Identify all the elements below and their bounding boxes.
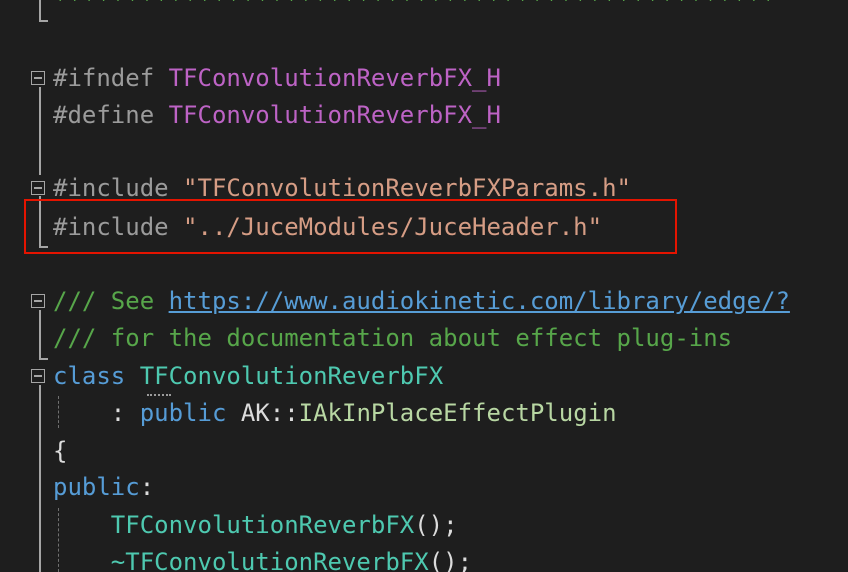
fold-toggle-comment[interactable] [31,294,45,308]
code-line-ifndef: #ifndef TFConvolutionReverbFX_H [53,60,501,96]
code-line-define: #define TFConvolutionReverbFX_H [53,97,501,133]
outline-guide-top-end [39,20,48,22]
fold-toggle-ifndef[interactable] [31,71,45,85]
keyword-public-inherit: public [139,399,227,427]
class-name: TFConvolutionReverbFX [139,362,444,390]
constructor-name: TFConvolutionReverbFX [110,511,415,539]
fold-toggle-class[interactable] [31,369,45,383]
code-editor[interactable]: ****************************************… [0,0,848,572]
macro-define: TFConvolutionReverbFX_H [168,101,501,129]
outline-guide-comment [39,310,41,360]
outline-guide-class [39,385,41,572]
namespace-ak: AK:: [240,399,299,427]
destructor-suffix: (); [428,548,473,572]
code-line-class: class TFConvolutionReverbFX [53,358,443,394]
macro-guard: TFConvolutionReverbFX_H [168,64,501,92]
code-line-comment-doc: /// for the documentation about effect p… [53,324,733,352]
destructor-name: ~TFConvolutionReverbFX [110,548,429,572]
directive-include-1: #include [53,174,169,202]
comment-banner: ****************************************… [53,0,776,14]
directive-define: #define [53,101,155,129]
code-line-comment-see: /// See https://www.audiokinetic.com/lib… [53,283,790,319]
keyword-class: class [53,362,126,390]
outline-guide-ifndef [39,87,41,175]
code-line-inherit: : public AK::IAkInPlaceEffectPlugin [53,395,617,431]
constructor-suffix: (); [414,511,458,539]
inherit-colon: : [110,399,140,427]
keyword-public: public [53,473,140,501]
outline-guide-top [39,0,41,22]
include-path-params: "TFConvolutionReverbFXParams.h" [183,174,631,202]
base-interface: IAkInPlaceEffectPlugin [298,399,617,427]
fold-toggle-include[interactable] [31,181,45,195]
directive-ifndef: #ifndef [53,64,155,92]
code-line-ctor: TFConvolutionReverbFX(); [53,507,458,543]
access-colon: : [139,473,155,501]
highlight-box [24,199,677,254]
comment-prefix: /// See [53,287,169,315]
doc-link[interactable]: https://www.audiokinetic.com/library/edg… [169,287,790,315]
code-line-dtor: ~TFConvolutionReverbFX(); [53,544,472,572]
code-line-brace: { [53,437,68,465]
outline-guide-comment-end [39,358,48,360]
code-line-public: public: [53,469,154,505]
